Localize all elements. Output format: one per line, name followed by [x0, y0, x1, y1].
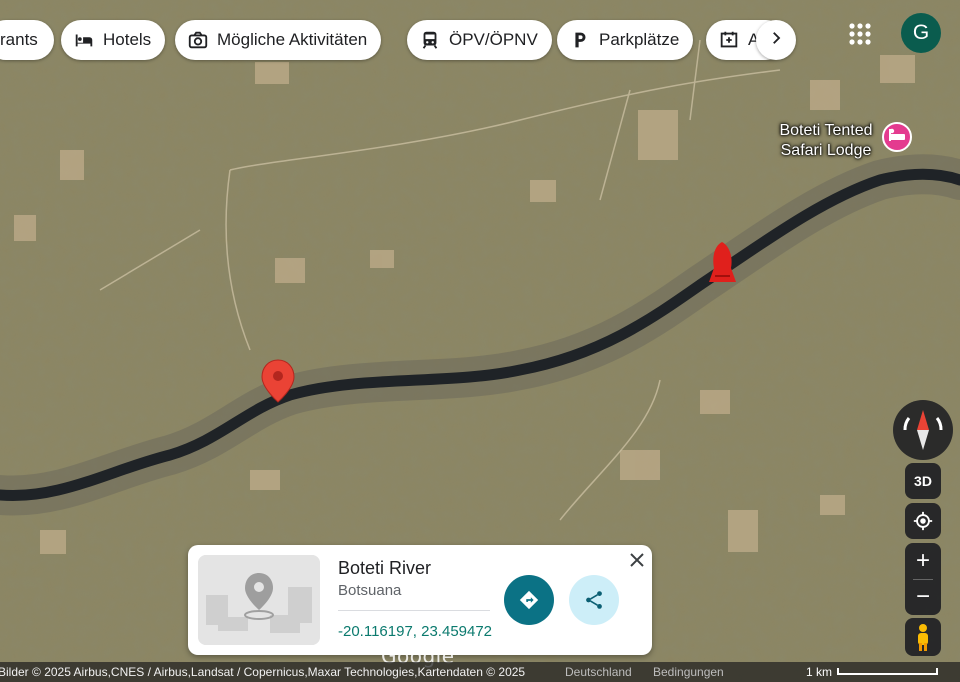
country-link[interactable]: Deutschland — [565, 665, 632, 679]
street-view-pegman-button[interactable] — [905, 618, 941, 656]
place-thumbnail[interactable] — [198, 555, 320, 645]
chips-next-button[interactable] — [756, 20, 796, 60]
chip-transit[interactable]: ÖPV/ÖPNV — [407, 20, 552, 60]
terms-link[interactable]: Bedingungen — [653, 665, 724, 679]
apps-grid-icon[interactable] — [846, 20, 874, 48]
pegman-icon — [918, 624, 928, 651]
place-info-card: Boteti River Botsuana -20.116197, 23.459… — [188, 545, 652, 655]
attribution-bar: Bilder © 2025 Airbus,CNES / Airbus,Lands… — [0, 662, 960, 682]
account-avatar[interactable]: G — [901, 13, 941, 53]
chip-label: Parkplätze — [599, 30, 680, 49]
compass-icon — [903, 410, 943, 450]
imagery-attribution: Bilder © 2025 Airbus,CNES / Airbus,Lands… — [0, 665, 526, 679]
camera-icon — [187, 29, 209, 51]
chip-hotels[interactable]: Hotels — [61, 20, 166, 60]
bed-icon — [73, 29, 95, 51]
zoom-out-button[interactable]: − — [905, 579, 941, 615]
chip-label: rants — [0, 30, 38, 49]
poi-label[interactable]: Boteti Tented Safari Lodge — [770, 121, 882, 161]
my-location-button[interactable] — [905, 503, 941, 539]
place-title: Boteti River — [338, 558, 432, 578]
hotel-icon — [882, 122, 912, 152]
share-button[interactable] — [569, 575, 619, 625]
pharmacy-icon — [718, 29, 740, 51]
3d-label: 3D — [914, 473, 932, 489]
close-card-button[interactable] — [626, 549, 648, 571]
zoom-controls: + − — [905, 543, 941, 615]
parking-icon — [569, 29, 591, 51]
directions-button[interactable] — [504, 575, 554, 625]
scale-label[interactable]: 1 km — [806, 665, 832, 679]
chip-parking[interactable]: Parkplätze — [557, 20, 694, 60]
train-icon — [419, 29, 441, 51]
close-icon — [630, 553, 644, 567]
share-icon — [586, 591, 602, 609]
directions-icon — [519, 590, 539, 610]
chip-label: Hotels — [103, 30, 152, 49]
avatar-initial: G — [912, 21, 930, 44]
scale-bar — [837, 668, 938, 675]
chip-restaurants[interactable]: rants — [0, 20, 54, 60]
3d-toggle-button[interactable]: 3D — [905, 463, 941, 499]
chip-activities[interactable]: Mögliche Aktivitäten — [175, 20, 382, 60]
compass-button[interactable] — [893, 400, 953, 460]
chip-label: ÖPV/ÖPNV — [449, 30, 538, 49]
card-divider — [338, 610, 490, 611]
place-coordinates[interactable]: -20.116197, 23.459472 — [338, 623, 492, 640]
zoom-divider — [913, 579, 933, 580]
crosshair-icon — [913, 511, 933, 531]
chevron-right-icon — [767, 29, 785, 52]
zoom-in-button[interactable]: + — [905, 543, 941, 579]
chip-label: Mögliche Aktivitäten — [217, 30, 368, 49]
category-chips: rants Hotels Mögliche Aktivitäten ÖPV/ÖP… — [0, 20, 800, 60]
place-subtitle: Botsuana — [338, 582, 402, 599]
